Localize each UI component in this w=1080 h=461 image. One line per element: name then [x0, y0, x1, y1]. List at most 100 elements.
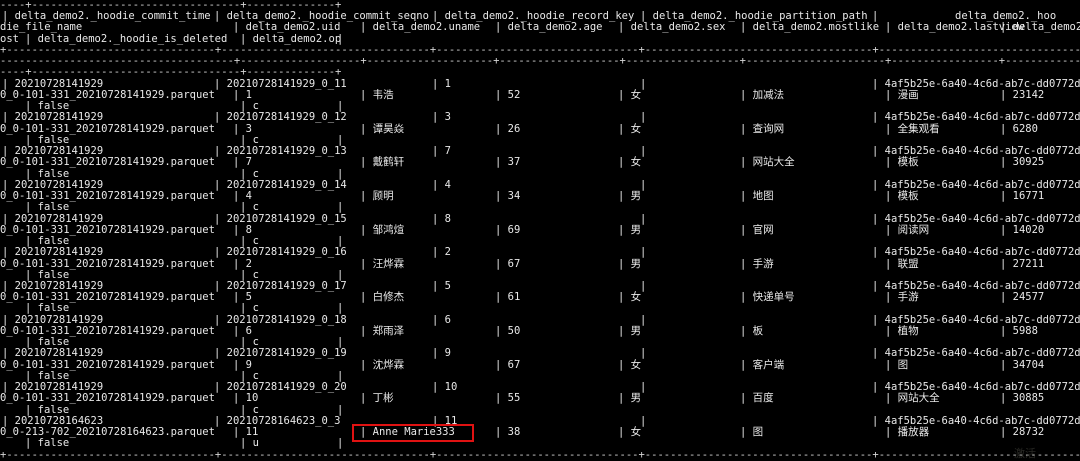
cell-partition-path: | — [640, 246, 647, 259]
border-line: ----+---------------------------------+-… — [0, 67, 1080, 78]
cell-totalcost: | 30885 — [1000, 392, 1045, 405]
cell-age: | 52 — [495, 88, 521, 101]
cell-record-key: | 8 — [432, 212, 451, 225]
cell-mostlike: | 图 — [740, 426, 764, 439]
terminal-line: 0_0-101-331_20210728141929.parquet | 4 | 顾… — [0, 190, 1080, 203]
cell-commit-seqno: | 20210728141929_0_12 — [214, 111, 347, 124]
cell-partition-path: | — [640, 347, 647, 360]
cell-sex: | 女 — [618, 291, 642, 304]
cell-uname: | 顾明 — [360, 190, 394, 203]
cell-totalcost: | 16771 — [1000, 190, 1045, 203]
cell-age: | 69 — [495, 223, 521, 236]
cell-uname: | 白修杰 — [360, 291, 405, 304]
cell-mostlike: | 快递单号 — [740, 291, 795, 304]
cell-record-key: | 2 — [432, 246, 451, 259]
cell-sex: | 女 — [618, 426, 642, 439]
terminal-line: 0_0-101-331_20210728141929.parquet | 7 | 戴… — [0, 157, 1080, 168]
cell-age: | 61 — [495, 291, 521, 304]
cell-file-name-tail: 0_0-101-331_20210728141929.parquet — [0, 392, 215, 405]
cell-lastview: | 阅读网 — [885, 223, 930, 236]
cell-record-key: | 10 — [432, 381, 458, 394]
header-sex: | delta_demo2.sex — [618, 21, 726, 34]
table-border: +---------------------------------+-----… — [0, 448, 1080, 461]
header-mostlike: | delta_demo2.mostlike — [740, 21, 880, 34]
cell-sex: | 女 — [618, 156, 642, 169]
terminal-line: 0_0-101-331_20210728141929.parquet | 3 | 谭… — [0, 122, 1080, 135]
cell-lastview: | 模板 — [885, 156, 919, 169]
cell-op: | c — [240, 201, 259, 214]
cell-age: | 26 — [495, 122, 521, 135]
terminal-line: | 20210728141929 | 20210728141929_0_12 | 3… — [0, 112, 1080, 123]
cell-totalcost: | 14020 — [1000, 223, 1045, 236]
cell-file-name-head: | 4af5b25e-6a40-4c6d-ab7c-dd0772d9facc- — [872, 246, 1080, 259]
cell-sex: | 女 — [618, 122, 642, 135]
cell-lastview: | 联盟 — [885, 257, 919, 270]
cell-uname: | 谭昊焱 — [360, 122, 405, 135]
cell-totalcost: | 34704 — [1000, 358, 1045, 371]
cell-age: | 37 — [495, 156, 521, 169]
table-border: ----+---------------------------------+-… — [0, 66, 342, 79]
annotation-box-anne-marie — [352, 424, 474, 443]
cell-uname: | 郑雨泽 — [360, 324, 405, 337]
cell-file-name-head: | 4af5b25e-6a40-4c6d-ab7c-dd0772d9facc- — [872, 111, 1080, 124]
header-age: | delta_demo2.age — [495, 21, 603, 34]
terminal-line: 0_0-101-331_20210728141929.parquet | 1 | 韦… — [0, 88, 1080, 101]
cell-record-key: | 3 — [432, 111, 451, 124]
terminal-line: 0_0-101-331_20210728141929.parquet | 2 | 汪… — [0, 257, 1080, 270]
cell-mostlike: | 查询网 — [740, 122, 785, 135]
cell-mostlike: | 网站大全 — [740, 156, 795, 169]
header-uname: | delta_demo2.uname — [360, 21, 481, 34]
cell-uname: | 邹鸿煊 — [360, 223, 405, 236]
cell-record-key: | 7 — [432, 145, 451, 158]
cell-commit-seqno: | 20210728141929_0_16 — [214, 246, 347, 259]
cell-is-deleted: | false — [25, 201, 70, 214]
cell-mostlike: | 客户端 — [740, 358, 785, 371]
cell-lastview: | 手游 — [885, 291, 919, 304]
cell-sex: | 男 — [618, 324, 642, 337]
cell-uname: | 沈烨霖 — [360, 358, 405, 371]
cell-totalcost: | 27211 — [1000, 257, 1045, 270]
cell-sex: | 男 — [618, 392, 642, 405]
cell-uname: | 汪烨霖 — [360, 257, 405, 270]
cell-is-deleted: | false — [25, 437, 70, 450]
terminal-line: 0_0-101-331_20210728141929.parquet | 10 | … — [0, 393, 1080, 404]
terminal-line: 0_0-101-331_20210728141929.parquet | 6 | 郑… — [0, 324, 1080, 337]
cell-mostlike: | 手游 — [740, 257, 774, 270]
cell-lastview: | 漫画 — [885, 88, 919, 101]
cell-commit-time: | 20210728141929 — [2, 111, 104, 124]
header-totalcost-fragment: | delta_demo2.totalc — [1000, 21, 1080, 34]
cell-lastview: | 图 — [885, 358, 909, 371]
cell-lastview: | 播放器 — [885, 426, 930, 439]
cell-mostlike: | 地图 — [740, 190, 774, 203]
cell-file-name-head: | 4af5b25e-6a40-4c6d-ab7c-dd0772d9facc- — [872, 347, 1080, 360]
cell-mostlike: | 百度 — [740, 392, 774, 405]
cell-record-key: | 6 — [432, 313, 451, 326]
cell-totalcost: | 24577 — [1000, 291, 1045, 304]
cell-sex: | 男 — [618, 223, 642, 236]
cell-mostlike: | 板 — [740, 324, 764, 337]
cell-uname: | 韦浩 — [360, 88, 394, 101]
cell-age: | 38 — [495, 426, 521, 439]
cell-age: | 67 — [495, 358, 521, 371]
cell-record-key: | 9 — [432, 347, 451, 360]
terminal-line: | 20210728141929 | 20210728141929_0_16 | 2… — [0, 247, 1080, 258]
cell-lastview: | 网站大全 — [885, 392, 940, 405]
cell-sex: | 女 — [618, 358, 642, 371]
cell-commit-seqno: | 20210728141929_0_19 — [214, 347, 347, 360]
cell-file-name-tail: 0_0-101-331_20210728141929.parquet — [0, 156, 215, 169]
cell-op: | u — [240, 437, 259, 450]
watermark: 激活 — [1014, 447, 1036, 460]
cell-totalcost: | 6280 — [1000, 122, 1038, 135]
cell-lastview: | 植物 — [885, 324, 919, 337]
terminal-line: 0_0-101-331_20210728141929.parquet | 8 | 邹… — [0, 223, 1080, 236]
cell-uid: | 10 — [233, 392, 259, 405]
cell-record-key: | 1 — [432, 77, 451, 90]
cell-sex: | 男 — [618, 190, 642, 203]
cell-age: | 55 — [495, 392, 521, 405]
cell-record-key: | 5 — [432, 280, 451, 292]
cell-mostlike: | 官网 — [740, 223, 774, 236]
cell-uname: | 丁彬 — [360, 392, 394, 405]
cell-totalcost: | 5988 — [1000, 324, 1038, 337]
terminal-line: | 20210728141929 | 20210728141929_0_19 | 9… — [0, 348, 1080, 359]
terminal-line: | false | c | — [0, 202, 1080, 213]
